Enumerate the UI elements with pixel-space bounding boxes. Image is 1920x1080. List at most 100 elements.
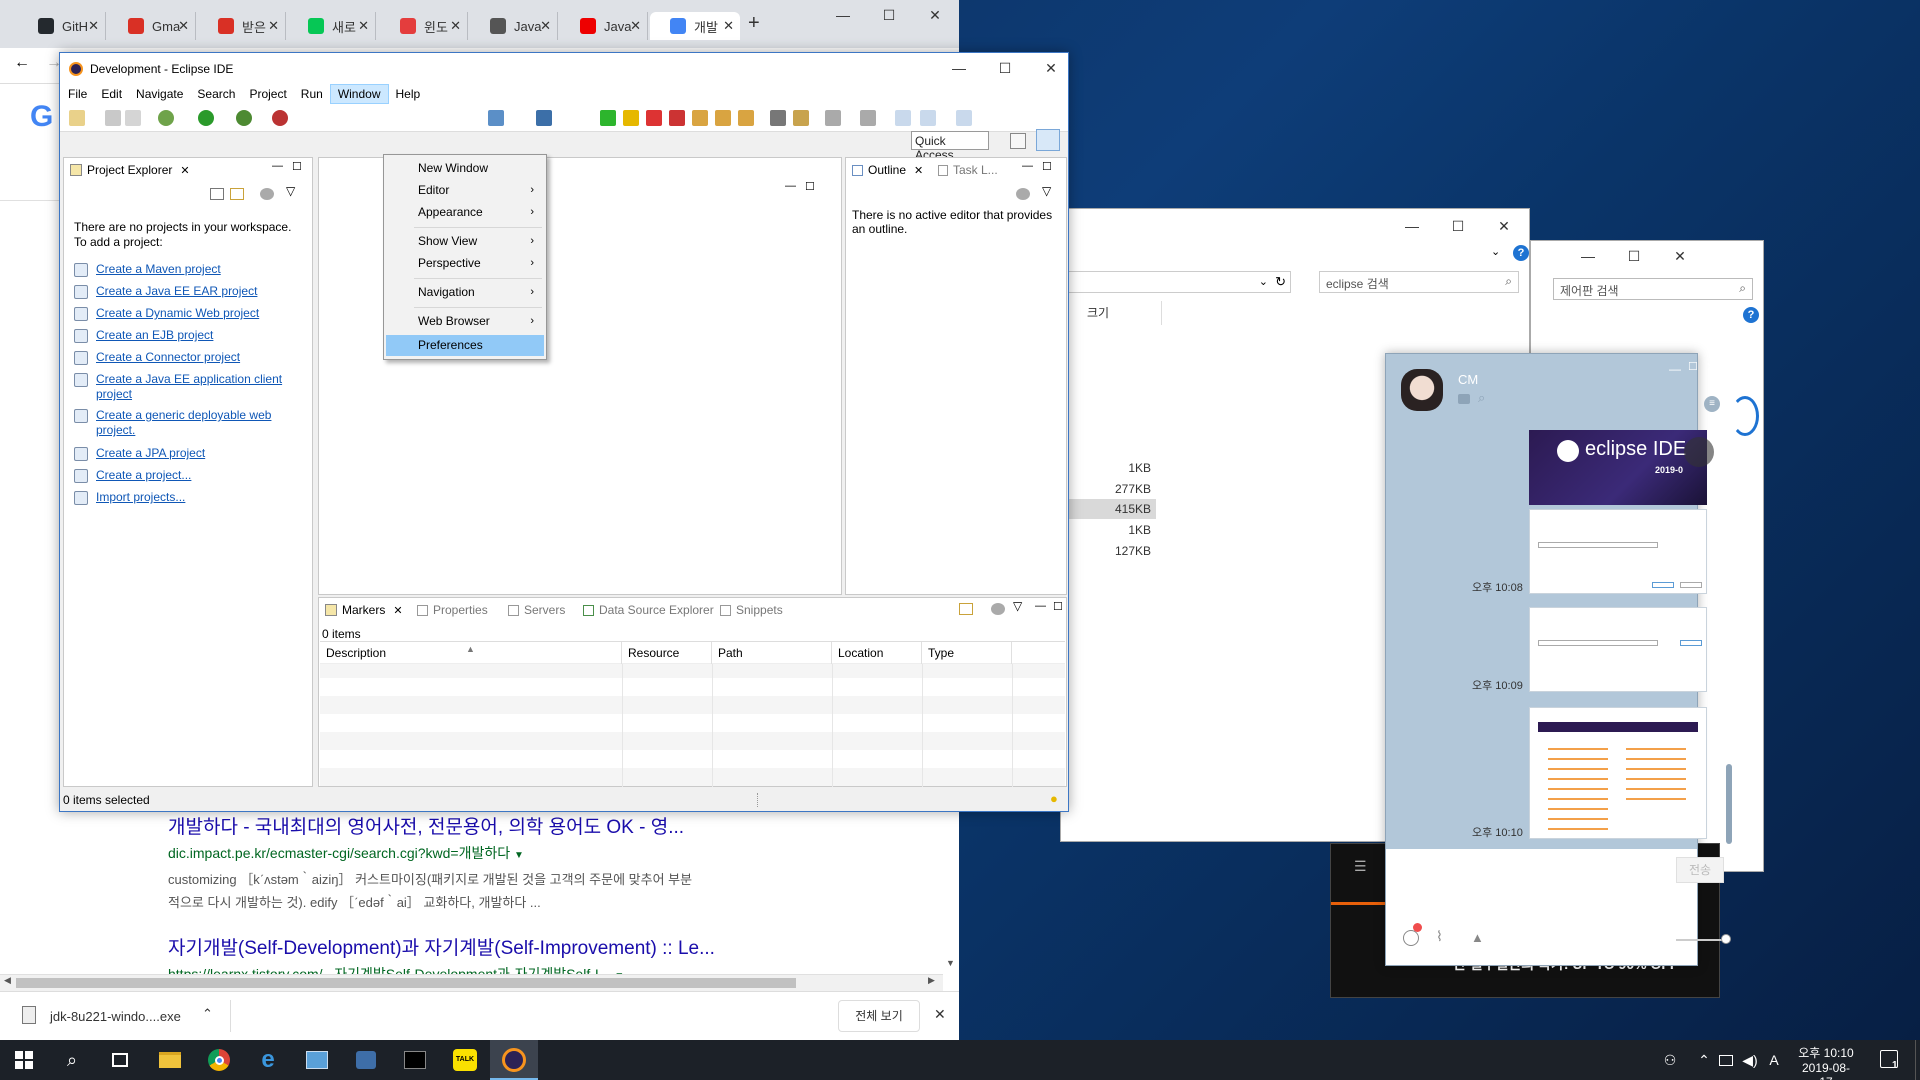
- input-language[interactable]: A: [1760, 1046, 1788, 1074]
- attach-icon[interactable]: ⌇: [1436, 928, 1443, 945]
- close-icon[interactable]: ✕: [180, 164, 189, 177]
- horizontal-scrollbar[interactable]: ◀ ▶: [0, 974, 943, 991]
- close-icon[interactable]: ✕: [914, 164, 923, 177]
- task-icon[interactable]: [770, 110, 786, 126]
- forward-icon[interactable]: [956, 110, 972, 126]
- close-icon[interactable]: ✕: [393, 604, 402, 617]
- column-location[interactable]: Location: [832, 642, 922, 664]
- scroll-down-icon[interactable]: ▼: [946, 958, 955, 968]
- close-icon[interactable]: ✕: [934, 1006, 946, 1023]
- clock-time[interactable]: 오후 10:10: [1796, 1044, 1856, 1061]
- column-resource[interactable]: Resource: [622, 642, 712, 664]
- tool-icon[interactable]: [692, 110, 708, 126]
- menu-item-editor[interactable]: Editor ›: [386, 180, 544, 201]
- windows-start-icon[interactable]: [10, 1046, 38, 1074]
- network-icon[interactable]: [352, 1046, 380, 1074]
- result-title-link[interactable]: 개발하다 - 국내최대의 영어사전, 전문용어, 의학 용어도 OK - 영..…: [168, 812, 808, 839]
- minimize-icon[interactable]: —: [1035, 600, 1046, 612]
- close-icon[interactable]: ✕: [723, 18, 734, 34]
- save-all-icon[interactable]: [125, 110, 141, 126]
- run-icon[interactable]: [198, 110, 214, 126]
- kakaotalk-icon[interactable]: TALK: [451, 1046, 479, 1074]
- screenshot-thumbnail[interactable]: [1529, 707, 1707, 839]
- minimize-icon[interactable]: —: [1565, 241, 1611, 271]
- stop-server-icon[interactable]: [646, 110, 662, 126]
- tab-markers[interactable]: Markers ✕: [319, 598, 409, 622]
- close-icon[interactable]: ✕: [540, 18, 551, 34]
- team-icon[interactable]: [488, 110, 504, 126]
- menu-search[interactable]: Search: [190, 84, 242, 104]
- maximize-icon[interactable]: ☐: [982, 53, 1028, 83]
- emoticon-icon[interactable]: [1403, 930, 1419, 946]
- quick-access-input[interactable]: Quick Access: [911, 131, 989, 162]
- tab-0[interactable]: GitH ✕: [18, 12, 106, 40]
- image-icon[interactable]: ▲: [1471, 930, 1484, 945]
- refresh-icon[interactable]: ↻: [1275, 274, 1286, 290]
- view-menu-icon[interactable]: ▽: [1042, 184, 1051, 198]
- minimize-icon[interactable]: —: [1669, 362, 1681, 376]
- minimize-icon[interactable]: —: [820, 0, 866, 30]
- tool-icon[interactable]: [738, 110, 754, 126]
- search-icon[interactable]: ⌕: [58, 1046, 86, 1074]
- control-panel-icon[interactable]: [303, 1046, 331, 1074]
- disconnect-icon[interactable]: [669, 110, 685, 126]
- tab-4[interactable]: 윈도 ✕: [380, 12, 468, 40]
- minimize-icon[interactable]: —: [785, 180, 796, 192]
- edge-icon[interactable]: e: [254, 1046, 282, 1074]
- chat-scrollbar[interactable]: [1726, 764, 1732, 844]
- annotation-icon[interactable]: [793, 110, 809, 126]
- view-menu-icon[interactable]: ▽: [286, 184, 295, 198]
- back-icon[interactable]: [920, 110, 936, 126]
- address-bar[interactable]: ⌄ ↻: [1061, 271, 1291, 293]
- show-all-button[interactable]: 전체 보기: [838, 1000, 920, 1032]
- minimize-icon[interactable]: —: [936, 53, 982, 83]
- last-edit-icon[interactable]: [895, 110, 911, 126]
- file-explorer-icon[interactable]: [156, 1046, 184, 1074]
- collapse-all-icon[interactable]: [210, 188, 224, 200]
- maximize-icon[interactable]: ☐: [1611, 241, 1657, 271]
- terminal-icon[interactable]: [401, 1046, 429, 1074]
- eclipse-taskbar-button[interactable]: [490, 1040, 538, 1080]
- tab-7[interactable]: 개발 ✕: [650, 12, 740, 40]
- people-icon[interactable]: ⚇: [1656, 1046, 1684, 1074]
- help-icon[interactable]: ?: [1513, 245, 1529, 261]
- tab-2[interactable]: 받은 ✕: [198, 12, 286, 40]
- open-perspective-icon[interactable]: [1010, 133, 1026, 149]
- scrollbar-thumb[interactable]: [16, 978, 796, 988]
- show-desktop-strip[interactable]: [1915, 1040, 1916, 1080]
- create-web-project-link[interactable]: Create a Dynamic Web project: [96, 306, 259, 320]
- filter-icon[interactable]: [991, 603, 1005, 615]
- view-menu-icon[interactable]: ▽: [1013, 599, 1022, 613]
- menu-item-show-view[interactable]: Show View ›: [386, 231, 544, 252]
- filter-icon[interactable]: [260, 188, 274, 200]
- minimize-icon[interactable]: —: [272, 160, 283, 172]
- menu-project[interactable]: Project: [242, 84, 293, 104]
- download-filename[interactable]: jdk-8u221-windo....exe: [50, 1009, 181, 1024]
- maximize-icon[interactable]: ☐: [866, 0, 912, 30]
- tab-snippets[interactable]: Snippets: [714, 598, 789, 622]
- maximize-icon[interactable]: ☐: [1042, 160, 1052, 173]
- close-icon[interactable]: ✕: [1028, 53, 1074, 83]
- tab-data-source-explorer[interactable]: Data Source Explorer: [577, 598, 720, 622]
- column-header-size[interactable]: 크기: [1087, 304, 1109, 321]
- tool-icon[interactable]: [715, 110, 731, 126]
- menu-item-new-window[interactable]: New Window: [386, 158, 544, 179]
- menu-file[interactable]: File: [61, 84, 94, 104]
- minimize-icon[interactable]: —: [1022, 160, 1033, 172]
- back-arrow-icon[interactable]: ←: [14, 54, 30, 72]
- tab-properties[interactable]: Properties: [411, 598, 494, 622]
- screenshot-thumbnail[interactable]: [1529, 509, 1707, 594]
- help-icon[interactable]: ?: [1743, 307, 1759, 323]
- task-view-icon[interactable]: [106, 1046, 134, 1074]
- create-ear-project-link[interactable]: Create a Java EE EAR project: [96, 284, 257, 298]
- maximize-icon[interactable]: ☐: [1435, 211, 1481, 241]
- import-projects-link[interactable]: Import projects...: [96, 490, 185, 504]
- start-server-icon[interactable]: [600, 110, 616, 126]
- column-path[interactable]: Path: [712, 642, 832, 664]
- column-description[interactable]: Description ▲: [320, 642, 622, 664]
- create-app-client-project-link[interactable]: Create a Java EE application client: [96, 372, 282, 386]
- tab-project-explorer[interactable]: Project Explorer ✕: [64, 158, 196, 182]
- new-tab-button[interactable]: +: [748, 12, 760, 35]
- javaee-perspective-icon[interactable]: [1036, 129, 1060, 151]
- result-url[interactable]: dic.impact.pe.kr/ecmaster-cgi/search.cgi…: [168, 843, 808, 863]
